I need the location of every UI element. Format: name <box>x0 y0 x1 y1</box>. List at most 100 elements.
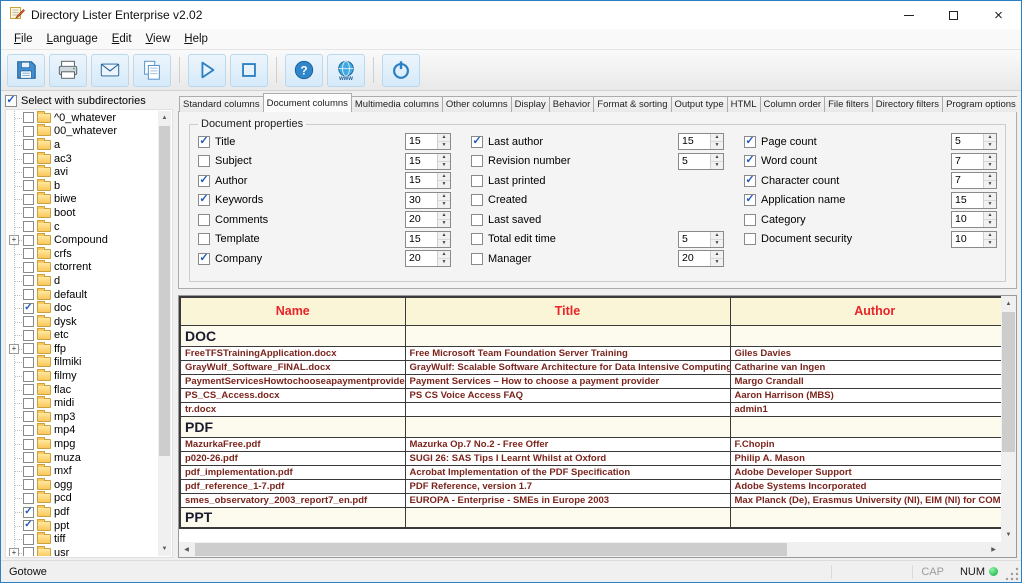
preview-row[interactable]: GrayWulf_Software_FINAL.docx GrayWulf: Sc… <box>179 359 1001 375</box>
spinner-up-icon[interactable]: ▲ <box>711 134 723 143</box>
property-checkbox[interactable] <box>744 194 756 207</box>
tree-item-tiff[interactable]: tiff <box>7 532 158 546</box>
width-spinner[interactable]: 15 ▲ ▼ <box>951 191 997 209</box>
tree-item-crfs[interactable]: crfs <box>7 246 158 261</box>
tab-other-columns[interactable]: Other columns <box>441 96 512 112</box>
tree-checkbox[interactable] <box>23 492 34 504</box>
tree-checkbox[interactable] <box>23 329 34 341</box>
tree-item-default[interactable]: default <box>7 287 158 302</box>
tab-html[interactable]: HTML <box>726 96 761 112</box>
spinner-up-icon[interactable]: ▲ <box>984 153 996 162</box>
tree-checkbox[interactable] <box>23 506 34 518</box>
tree-item-biwe[interactable]: biwe <box>7 192 158 207</box>
tree-item-pcd[interactable]: pcd <box>7 491 158 506</box>
property-checkbox[interactable] <box>198 233 210 246</box>
width-spinner[interactable]: 7 ▲ ▼ <box>951 152 997 170</box>
tree-item-ac3[interactable]: ac3 <box>7 151 158 166</box>
spinner-up-icon[interactable]: ▲ <box>438 153 450 162</box>
tree-item-flac[interactable]: flac <box>7 382 158 397</box>
width-spinner[interactable]: 7 ▲ ▼ <box>951 172 997 190</box>
tree-checkbox[interactable] <box>23 248 34 260</box>
tree-checkbox[interactable] <box>23 139 34 151</box>
tree-scrollbar[interactable]: ▲ ▼ <box>158 111 171 556</box>
exit-button[interactable] <box>382 53 420 87</box>
copy-button[interactable] <box>133 53 171 87</box>
www-button[interactable]: www <box>327 53 365 87</box>
spinner-up-icon[interactable]: ▲ <box>438 212 450 221</box>
tree-item-b[interactable]: b <box>7 178 158 193</box>
tree-item-mxf[interactable]: mxf <box>7 464 158 478</box>
spinner-up-icon[interactable]: ▲ <box>711 153 723 162</box>
tree-item-mp4[interactable]: mp4 <box>7 423 158 438</box>
tab-directory-filters[interactable]: Directory filters <box>871 96 944 112</box>
tree-item-pdf[interactable]: pdf <box>7 505 158 519</box>
tree-checkbox[interactable] <box>23 180 34 192</box>
tab-behavior[interactable]: Behavior <box>548 96 595 112</box>
preview-row[interactable]: MazurkaFree.pdf Mazurka Op.7 No.2 - Free … <box>179 436 1001 452</box>
spinner-down-icon[interactable]: ▼ <box>438 181 450 189</box>
tree-checkbox[interactable] <box>23 397 34 409</box>
spinner-up-icon[interactable]: ▲ <box>711 231 723 240</box>
property-checkbox[interactable] <box>744 155 756 168</box>
property-checkbox[interactable] <box>198 174 210 187</box>
subdirectories-checkbox[interactable] <box>5 95 17 107</box>
scroll-right-icon[interactable]: ▶ <box>986 542 1001 557</box>
tree-checkbox[interactable] <box>23 343 34 355</box>
spinner-down-icon[interactable]: ▼ <box>438 200 450 208</box>
print-button[interactable] <box>49 53 87 87</box>
spinner-down-icon[interactable]: ▼ <box>984 220 996 228</box>
tab-document-columns[interactable]: Document columns <box>262 93 352 112</box>
tree-item-ctorrent[interactable]: ctorrent <box>7 260 158 275</box>
preview-row[interactable]: PS_CS_Access.docx PS CS Voice Access FAQ A… <box>179 387 1001 403</box>
spinner-down-icon[interactable]: ▼ <box>438 239 450 247</box>
spinner-up-icon[interactable]: ▲ <box>438 173 450 182</box>
tree-item-muza[interactable]: muza <box>7 450 158 465</box>
property-checkbox[interactable] <box>471 155 483 168</box>
property-checkbox[interactable] <box>744 213 756 226</box>
tree-checkbox[interactable] <box>23 547 34 556</box>
tree-item-doc[interactable]: doc <box>7 301 158 315</box>
tree-item-mp3[interactable]: mp3 <box>7 409 158 424</box>
property-checkbox[interactable] <box>471 233 483 246</box>
tree-item-ppt[interactable]: ppt <box>7 518 158 533</box>
spinner-down-icon[interactable]: ▼ <box>438 220 450 228</box>
tree-checkbox[interactable] <box>23 275 34 287</box>
tree-checkbox[interactable] <box>23 370 34 382</box>
spinner-down-icon[interactable]: ▼ <box>984 142 996 150</box>
resize-grip[interactable] <box>1004 565 1020 581</box>
width-spinner[interactable]: 15 ▲ ▼ <box>678 133 724 151</box>
spinner-down-icon[interactable]: ▼ <box>984 200 996 208</box>
tree-checkbox[interactable] <box>23 289 34 301</box>
spinner-up-icon[interactable]: ▲ <box>984 192 996 201</box>
property-checkbox[interactable] <box>471 174 483 187</box>
tree-checkbox[interactable] <box>23 221 34 233</box>
tree-item-ogg[interactable]: ogg <box>7 477 158 492</box>
tree-checkbox[interactable] <box>23 316 34 328</box>
tree-checkbox[interactable] <box>23 302 34 314</box>
spinner-down-icon[interactable]: ▼ <box>711 142 723 150</box>
tab-multimedia-columns[interactable]: Multimedia columns <box>350 96 443 112</box>
tree-item-avi[interactable]: avi <box>7 165 158 179</box>
property-checkbox[interactable] <box>744 174 756 187</box>
spinner-up-icon[interactable]: ▲ <box>438 192 450 201</box>
menu-item-file[interactable]: File <box>7 31 40 47</box>
tree-checkbox[interactable] <box>23 356 34 368</box>
width-spinner[interactable]: 20 ▲ ▼ <box>678 250 724 268</box>
spinner-down-icon[interactable]: ▼ <box>438 161 450 169</box>
scroll-down-icon[interactable]: ▼ <box>158 542 171 556</box>
spinner-down-icon[interactable]: ▼ <box>984 161 996 169</box>
spinner-down-icon[interactable]: ▼ <box>711 259 723 267</box>
width-spinner[interactable]: 30 ▲ ▼ <box>405 191 451 209</box>
spinner-up-icon[interactable]: ▲ <box>984 134 996 143</box>
tab-format-sorting[interactable]: Format & sorting <box>593 96 672 112</box>
tree-checkbox[interactable] <box>23 261 34 273</box>
help-button[interactable]: ? <box>285 53 323 87</box>
tree-checkbox[interactable] <box>23 384 34 396</box>
tree-item-Compound[interactable]: + Compound <box>7 233 158 247</box>
select-with-subdirectories[interactable]: Select with subdirectories <box>5 93 173 109</box>
tree-item-boot[interactable]: boot <box>7 205 158 220</box>
spinner-down-icon[interactable]: ▼ <box>711 239 723 247</box>
width-spinner[interactable]: 10 ▲ ▼ <box>951 211 997 229</box>
tree-checkbox[interactable] <box>23 125 34 137</box>
tree-checkbox[interactable] <box>23 234 34 246</box>
